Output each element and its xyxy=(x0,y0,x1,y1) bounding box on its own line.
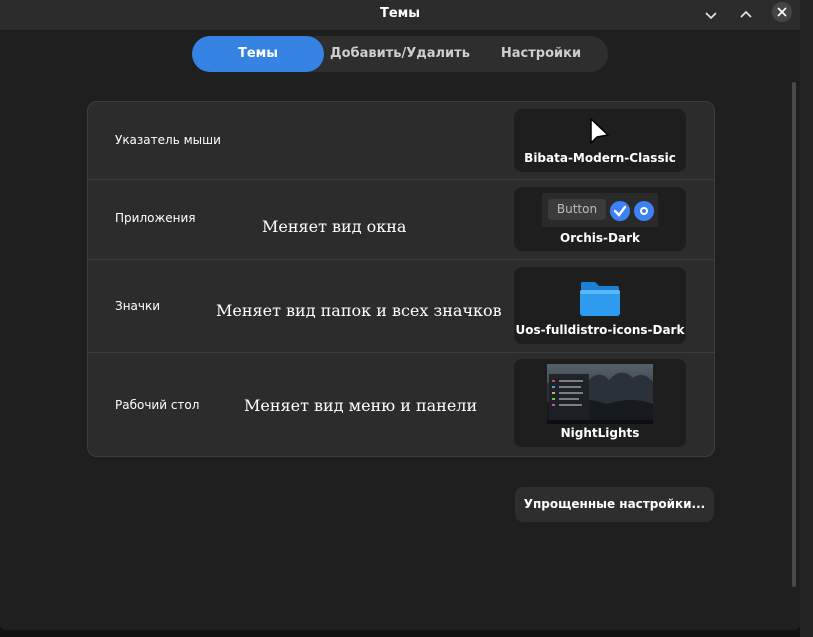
tab-bar: Темы Добавить/Удалить Настройки xyxy=(192,36,608,72)
maximize-button[interactable] xyxy=(735,4,757,26)
minimize-icon xyxy=(705,12,717,20)
cursor-theme-button[interactable]: Bibata-Modern-Classic xyxy=(514,109,686,172)
tab-add-remove[interactable]: Добавить/Удалить xyxy=(330,36,470,72)
desktop-theme-name: NightLights xyxy=(560,426,640,440)
icons-theme-name: Uos-fulldistro-icons-Dark xyxy=(515,323,685,337)
icons-annotation: Меняет вид папок и всех значков xyxy=(216,301,502,320)
cursor-row-label: Указатель мыши xyxy=(115,133,221,147)
scrollbar[interactable] xyxy=(792,82,796,587)
apps-row: Приложения Меняет вид окна Button Orchis… xyxy=(88,179,714,260)
desktop-preview-thumbnail xyxy=(547,364,653,424)
window-title: Темы xyxy=(379,6,421,21)
folder-icon xyxy=(580,282,620,316)
icons-row-label: Значки xyxy=(115,299,161,313)
tab-themes[interactable]: Темы xyxy=(192,36,324,72)
desktop-row-label: Рабочий стол xyxy=(115,398,200,412)
simplified-settings-button[interactable]: Упрощенные настройки... xyxy=(515,487,714,522)
desktop-annotation: Меняет вид меню и панели xyxy=(244,396,478,415)
desktop-theme-button[interactable]: NightLights xyxy=(514,359,686,447)
tab-settings[interactable]: Настройки xyxy=(476,36,606,72)
cursor-theme-name: Bibata-Modern-Classic xyxy=(524,151,676,165)
apps-theme-name: Orchis-Dark xyxy=(560,231,640,245)
apps-row-label: Приложения xyxy=(115,211,196,225)
cursor-pointer-icon xyxy=(590,118,609,144)
themes-window: Темы Темы Добавить/Удалить Настройки Ука… xyxy=(0,0,800,630)
desktop-row: Рабочий стол Меняет вид меню и панели Ni… xyxy=(88,352,714,456)
minimize-button[interactable] xyxy=(700,4,722,26)
desktop-background xyxy=(800,0,813,637)
cursor-row: Указатель мыши Bibata-Modern-Classic xyxy=(88,102,714,180)
themes-list: Указатель мыши Bibata-Modern-Classic При… xyxy=(87,101,715,457)
apps-annotation: Меняет вид окна xyxy=(262,217,407,236)
radio-icon xyxy=(634,201,654,221)
maximize-icon xyxy=(740,10,752,18)
apps-theme-button[interactable]: Button Orchis-Dark xyxy=(514,187,686,251)
check-icon xyxy=(610,201,630,221)
title-bar[interactable]: Темы xyxy=(0,0,800,31)
sample-button: Button xyxy=(548,199,606,220)
icons-row: Значки Меняет вид папок и всех значков U… xyxy=(88,259,714,353)
icons-theme-button[interactable]: Uos-fulldistro-icons-Dark xyxy=(514,267,686,344)
close-icon xyxy=(777,7,787,17)
close-button[interactable] xyxy=(772,2,792,22)
widget-preview: Button xyxy=(542,193,658,227)
